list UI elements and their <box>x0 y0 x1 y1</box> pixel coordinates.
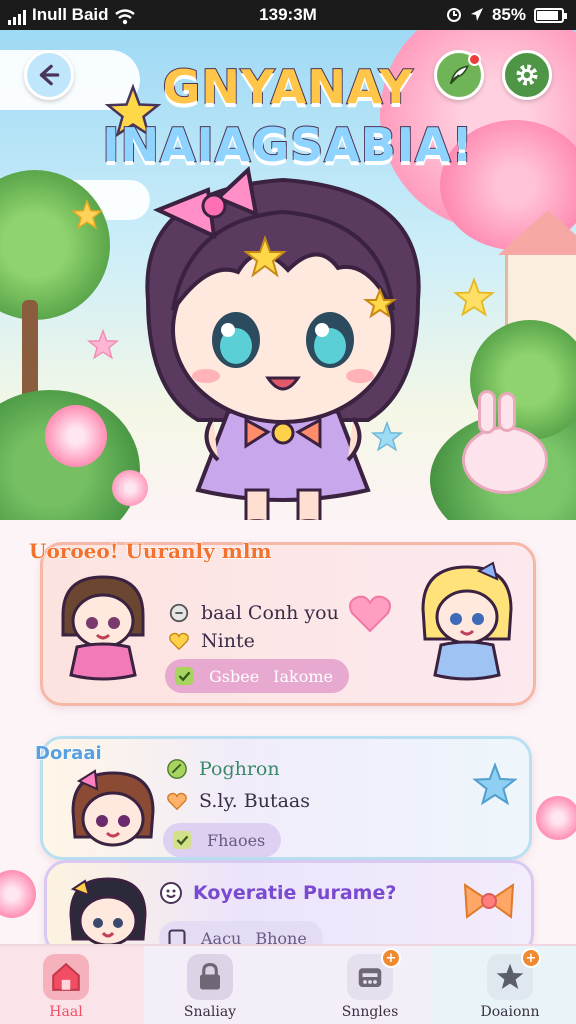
card-1-row-1-text: baal Conh you <box>201 602 339 624</box>
hero-banner: GNYANAY INAIAGSABIA! <box>0 30 576 520</box>
card-2-row-2: S.ly. Butaas <box>165 789 310 813</box>
card-2-row-2-text: S.ly. Butaas <box>199 790 310 812</box>
profile-card-3[interactable]: Koyeratie Purame? Aacu Bhone <box>44 860 534 956</box>
feather-icon <box>449 65 470 85</box>
heart-icon <box>165 789 189 813</box>
card-1-tag: Uoroeo! Uuranly mlm <box>28 538 272 563</box>
check-icon <box>174 666 194 686</box>
card-2-pill-text-1: Fhaoes <box>207 830 266 850</box>
profile-card-2[interactable]: Doraai Poghron S.ly. Butaas Fhaoes <box>34 736 532 860</box>
gear-icon <box>516 64 538 86</box>
nav-item-star[interactable]: + Doaionn <box>450 948 570 1020</box>
alarm-icon <box>446 8 461 22</box>
pink-flower-decoration <box>536 796 576 840</box>
bottom-navigation: Haal Snaliay + Snngles + Doaionn <box>0 944 576 1024</box>
lock-icon <box>187 954 233 1000</box>
feather-button[interactable] <box>434 50 484 100</box>
leaf-icon <box>165 757 189 781</box>
card-1-pill-text-2: Iakome <box>273 666 333 686</box>
chibi-avatar-icon <box>61 575 145 681</box>
card-2-row-1: Poghron <box>165 757 280 781</box>
status-bar: Inull Baid 139:3M 85% <box>0 0 576 30</box>
status-right: 85% <box>446 5 567 25</box>
star-decoration <box>453 277 495 317</box>
star-decoration <box>70 198 104 230</box>
bunny-decoration <box>462 426 548 494</box>
bunny-ear-decoration <box>478 390 496 434</box>
nav-item-inbox[interactable]: + Snngles <box>310 948 430 1020</box>
nav-item-lock[interactable]: Snaliay <box>150 954 270 1020</box>
nav-label-lock: Snaliay <box>183 1004 237 1020</box>
card-1-action-pill[interactable]: Gsbee Iakome <box>165 659 349 693</box>
card-1-row-2: Ninte <box>167 629 255 653</box>
pink-flower-decoration <box>45 405 107 467</box>
app-title-line-2: INAIAGSABIA! <box>101 117 474 173</box>
card-1-row-2-text: Ninte <box>201 630 255 652</box>
card-1-row-1: baal Conh you <box>167 601 339 625</box>
nav-item-home[interactable]: Haal <box>6 954 126 1020</box>
home-icon <box>43 954 89 1000</box>
app-title-line-1: GNYANAY <box>162 59 414 115</box>
nav-label-home: Haal <box>49 1004 83 1020</box>
house-roof-decoration <box>498 210 576 255</box>
card-1-pill-text-1: Gsbee <box>209 666 260 686</box>
back-arrow-icon <box>39 64 60 86</box>
star-decoration <box>86 328 120 360</box>
check-icon <box>172 830 192 850</box>
heart-icon <box>167 629 191 653</box>
chibi-avatar-icon <box>421 561 513 681</box>
card-2-row-1-text: Poghron <box>199 758 280 780</box>
chat-bubble-icon <box>167 601 191 625</box>
battery-percent: 85% <box>491 5 526 24</box>
inbox-icon: + <box>347 948 401 1000</box>
back-button[interactable] <box>24 50 74 100</box>
card-2-tag: Doraai <box>34 742 102 764</box>
card-2-action-pill[interactable]: Fhaoes <box>163 823 282 857</box>
star-badge: + <box>521 948 541 968</box>
smiley-icon <box>159 881 183 905</box>
card-3-row-1: Koyeratie Purame? <box>159 881 396 905</box>
heart-decoration-icon <box>349 595 391 633</box>
location-icon <box>470 8 483 21</box>
bow-decoration-icon <box>463 883 515 919</box>
battery-icon <box>534 7 567 23</box>
notification-dot <box>468 53 481 66</box>
profile-card-1[interactable]: Uoroeo! Uuranly mlm baal Conh you Ninte … <box>28 538 536 706</box>
nav-label-inbox: Snngles <box>341 1004 399 1020</box>
card-3-row-1-text: Koyeratie Purame? <box>193 882 397 904</box>
chibi-character-illustration <box>145 166 421 520</box>
star-decoration-icon <box>472 762 518 806</box>
pink-flower-decoration <box>0 870 36 918</box>
chibi-avatar-icon <box>71 769 155 847</box>
inbox-badge: + <box>381 948 401 968</box>
bunny-ear-decoration <box>498 392 516 432</box>
nav-label-star: Doaionn <box>480 1004 540 1020</box>
star-icon: + <box>487 948 541 1000</box>
settings-button[interactable] <box>502 50 552 100</box>
